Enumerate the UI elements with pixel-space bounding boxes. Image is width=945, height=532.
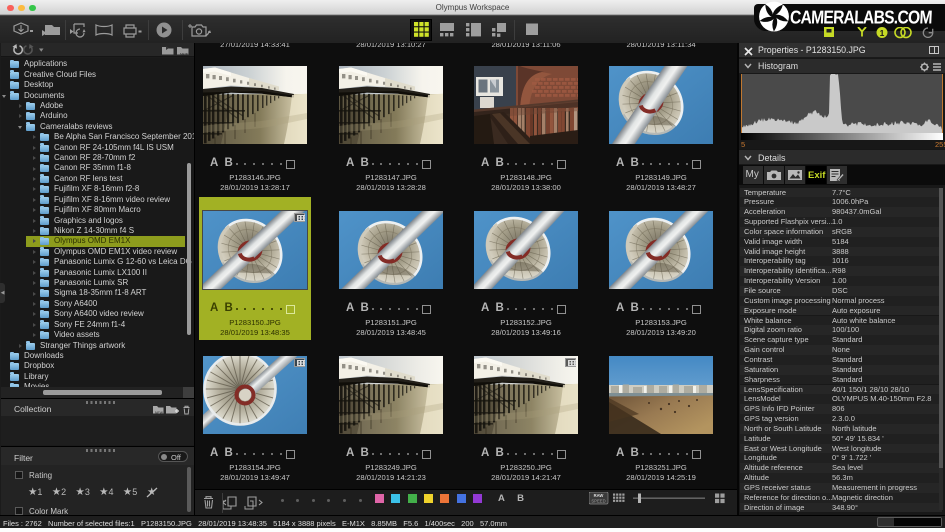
svg-text:1: 1 bbox=[880, 28, 885, 38]
svg-text:NEW: NEW bbox=[180, 53, 189, 57]
svg-text:RAW: RAW bbox=[594, 493, 604, 498]
svg-text:NEW: NEW bbox=[155, 411, 164, 415]
svg-text:SPEED: SPEED bbox=[591, 499, 605, 504]
